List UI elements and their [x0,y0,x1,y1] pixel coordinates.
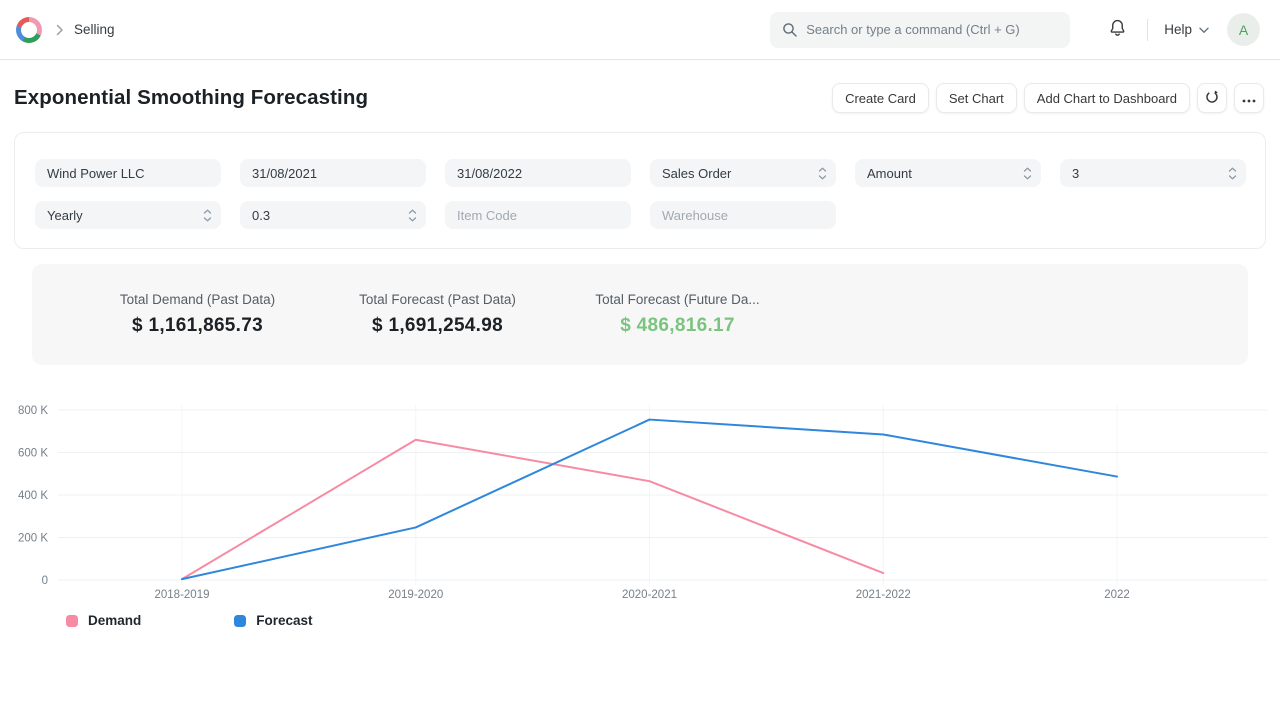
refresh-icon [1205,90,1219,107]
global-search [770,12,1070,48]
filter-row-2: Yearly 0.3 [35,201,1250,229]
based-on-document-select[interactable]: Sales Order [650,159,836,187]
more-options-button[interactable] [1234,83,1264,113]
help-label: Help [1164,22,1192,37]
summary-label: Total Forecast (Future Da... [560,292,795,307]
page-header: Exponential Smoothing Forecasting Create… [0,83,1280,113]
select-value: Amount [867,166,912,181]
summary-total-forecast-future: Total Forecast (Future Da... $ 486,816.1… [560,292,795,337]
svg-text:600 K: 600 K [18,448,48,460]
periods-select[interactable]: 3 [1060,159,1246,187]
refresh-button[interactable] [1197,83,1227,113]
legend-label: Forecast [256,613,312,628]
select-chevrons-icon [1023,167,1032,185]
select-chevrons-icon [818,167,827,185]
warehouse-input[interactable] [650,201,836,229]
summary-total-forecast-past: Total Forecast (Past Data) $ 1,691,254.9… [320,292,555,337]
svg-text:0: 0 [42,575,48,587]
chart-legend: Demand Forecast [66,613,1280,628]
select-chevrons-icon [203,209,212,227]
select-chevrons-icon [1228,167,1237,185]
app-logo-icon[interactable] [16,17,42,43]
header-actions: Create Card Set Chart Add Chart to Dashb… [832,83,1264,113]
demand-legend-marker [66,615,78,627]
item-code-input[interactable] [445,201,631,229]
svg-text:2022: 2022 [1104,589,1130,601]
select-value: 0.3 [252,208,270,223]
item-code-field [445,201,631,229]
bell-icon [1108,18,1127,41]
create-card-button[interactable]: Create Card [832,83,929,113]
company-field [35,159,221,187]
to-date-field [445,159,631,187]
avatar[interactable]: A [1227,13,1260,46]
warehouse-field [650,201,836,229]
chevron-down-icon [1199,22,1209,37]
svg-text:800 K: 800 K [18,405,48,417]
svg-text:2018-2019: 2018-2019 [155,589,210,601]
ellipsis-icon [1242,91,1256,106]
select-value: Yearly [47,208,83,223]
summary-label: Total Demand (Past Data) [80,292,315,307]
svg-text:2020-2021: 2020-2021 [622,589,677,601]
forecast-chart: 0 200 K 400 K 600 K 800 K 2018-2019 2019-2020 2… [0,395,1280,628]
svg-text:200 K: 200 K [18,533,48,545]
breadcrumb-selling[interactable]: Selling [74,22,115,37]
forecast-legend-marker [234,615,246,627]
summary-label: Total Forecast (Past Data) [320,292,555,307]
svg-text:400 K: 400 K [18,490,48,502]
from-date-input[interactable] [240,159,426,187]
set-chart-button[interactable]: Set Chart [936,83,1017,113]
breadcrumb-chevron-icon [56,24,64,36]
company-input[interactable] [35,159,221,187]
filter-section: Sales Order Amount 3 Yearly [14,132,1266,249]
legend-label: Demand [88,613,141,628]
search-input[interactable] [770,12,1070,48]
based-on-field-select[interactable]: Amount [855,159,1041,187]
legend-item-demand: Demand [66,613,141,628]
legend-item-forecast: Forecast [234,613,312,628]
from-date-field [240,159,426,187]
svg-text:2021-2022: 2021-2022 [856,589,911,601]
page-title: Exponential Smoothing Forecasting [14,86,368,110]
svg-text:2019-2020: 2019-2020 [388,589,443,601]
to-date-input[interactable] [445,159,631,187]
app-window: Selling Help A Exponential Smoothing For… [0,0,1280,720]
summary-value: $ 1,161,865.73 [80,315,315,337]
summary-card: Total Demand (Past Data) $ 1,161,865.73 … [32,264,1248,365]
search-icon [782,22,798,43]
select-value: 3 [1072,166,1079,181]
summary-value: $ 486,816.17 [560,315,795,337]
summary-total-demand: Total Demand (Past Data) $ 1,161,865.73 [80,292,315,337]
filter-row-1: Sales Order Amount 3 [35,159,1250,187]
avatar-initial: A [1239,22,1248,38]
period-interval-select[interactable]: Yearly [35,201,221,229]
notifications-button[interactable] [1104,14,1131,45]
summary-value: $ 1,691,254.98 [320,315,555,337]
line-chart-svg: 0 200 K 400 K 600 K 800 K 2018-2019 2019-2020 2… [0,395,1280,603]
smoothing-constant-select[interactable]: 0.3 [240,201,426,229]
help-menu-button[interactable]: Help [1164,22,1209,37]
select-value: Sales Order [662,166,731,181]
select-chevrons-icon [408,209,417,227]
navbar: Selling Help A [0,0,1280,60]
add-chart-to-dashboard-button[interactable]: Add Chart to Dashboard [1024,83,1190,113]
navbar-divider [1147,19,1148,41]
